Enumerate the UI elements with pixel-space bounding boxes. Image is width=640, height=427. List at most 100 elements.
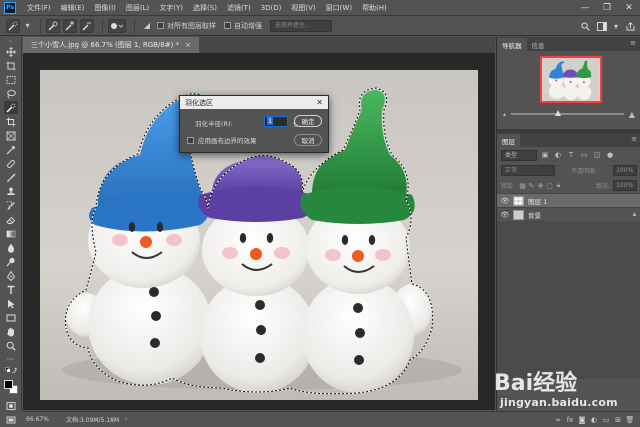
select-and-mask-button[interactable]: 选择并遮住... — [270, 19, 332, 32]
checkbox-box[interactable] — [187, 136, 194, 144]
new-layer-icon[interactable]: ⊞ — [612, 416, 624, 424]
panel-collapse-icon[interactable]: » — [4, 38, 18, 45]
lock-position-icon[interactable]: ✥ — [536, 182, 545, 190]
type-tool-icon[interactable] — [4, 283, 18, 296]
filter-toggle-icon[interactable]: ● — [605, 151, 615, 159]
zoom-out-icon[interactable]: ▴ — [503, 111, 506, 118]
navigator-thumbnail[interactable] — [540, 56, 602, 103]
screen-mode-icon[interactable] — [4, 413, 18, 426]
marquee-tool-icon[interactable] — [4, 73, 18, 86]
gradient-tool-icon[interactable] — [4, 227, 18, 240]
chevron-right-icon[interactable]: › — [125, 416, 127, 423]
healing-brush-tool-icon[interactable] — [4, 157, 18, 170]
link-layers-icon[interactable]: ∞ — [552, 416, 564, 424]
layer-style-icon[interactable]: fx — [564, 416, 576, 424]
tab-layers[interactable]: 图层 — [497, 134, 520, 147]
eyedropper-tool-icon[interactable] — [4, 143, 18, 156]
layer-name[interactable]: 图层 1 — [528, 196, 547, 206]
opacity-input[interactable]: 100% — [613, 165, 637, 176]
close-icon[interactable]: ✕ — [316, 96, 323, 109]
menu-3d[interactable]: 3D(D) — [256, 4, 287, 12]
eye-icon[interactable]: 👁︎ — [500, 197, 510, 205]
shape-filter-icon[interactable]: ▭ — [579, 151, 589, 159]
move-tool-icon[interactable] — [4, 45, 18, 58]
eye-icon[interactable]: 👁︎ — [500, 211, 510, 219]
brush-size-picker-icon[interactable] — [108, 18, 126, 33]
zoom-tool-icon[interactable] — [4, 339, 18, 352]
sample-all-layers-checkbox[interactable]: 对所有图层取样 — [157, 21, 216, 31]
blur-tool-icon[interactable] — [4, 241, 18, 254]
slider-handle[interactable] — [555, 110, 562, 116]
pixel-filter-icon[interactable]: ▣ — [540, 151, 550, 159]
workspace-icon[interactable] — [595, 19, 609, 33]
document-tab[interactable]: 三个小雪人.jpg @ 66.7% (图层 1, RGB/8#) * × — [23, 37, 199, 53]
smart-object-filter-icon[interactable]: ◫ — [592, 151, 602, 159]
more-tools-icon[interactable]: ··· — [4, 353, 18, 366]
lock-artboard-icon[interactable]: ▢ — [545, 182, 554, 190]
layer-row[interactable]: 👁︎ 背景 🔒︎ — [497, 207, 640, 221]
color-swatches[interactable] — [0, 378, 22, 398]
adjustment-filter-icon[interactable]: ◐ — [553, 151, 563, 159]
chevron-down-icon[interactable]: ▾ — [612, 19, 620, 33]
history-brush-tool-icon[interactable] — [4, 199, 18, 212]
blend-mode-select[interactable]: 正常 — [501, 165, 555, 176]
checkbox-box[interactable] — [224, 22, 231, 29]
menu-type[interactable]: 文字(Y) — [154, 3, 188, 13]
lasso-tool-icon[interactable] — [4, 87, 18, 100]
panel-menu-icon[interactable]: ≡ — [631, 135, 637, 143]
add-to-selection-brush-icon[interactable] — [63, 18, 77, 33]
fill-input[interactable]: 100% — [613, 180, 637, 191]
cancel-button[interactable]: 取消 — [294, 134, 322, 146]
clone-stamp-tool-icon[interactable] — [4, 185, 18, 198]
new-selection-brush-icon[interactable] — [46, 18, 60, 33]
tab-navigator[interactable]: 导航器 — [497, 38, 527, 51]
menu-help[interactable]: 帮助(H) — [357, 3, 392, 13]
layer-row[interactable]: 👁︎ 图层 1 — [497, 193, 640, 207]
layer-name[interactable]: 背景 — [528, 210, 541, 220]
swap-colors-icon[interactable] — [4, 367, 18, 374]
dialog-title-bar[interactable]: 羽化选区 ✕ — [180, 96, 328, 109]
subtract-selection-brush-icon[interactable] — [80, 18, 94, 33]
share-icon[interactable] — [623, 19, 637, 33]
panel-menu-icon[interactable]: ≡ — [630, 39, 636, 47]
zoom-level[interactable]: 66.67% — [26, 416, 66, 423]
eraser-tool-icon[interactable] — [4, 213, 18, 226]
menu-layer[interactable]: 图层(L) — [121, 3, 154, 13]
frame-tool-icon[interactable] — [4, 129, 18, 142]
minimize-button[interactable]: — — [574, 0, 596, 16]
hand-tool-icon[interactable] — [4, 325, 18, 338]
menu-file[interactable]: 文件(F) — [22, 3, 56, 13]
menu-window[interactable]: 窗口(W) — [321, 3, 357, 13]
quick-selection-tool-icon[interactable] — [3, 101, 18, 114]
adjustment-layer-icon[interactable]: ◐ — [588, 416, 600, 424]
feather-radius-input[interactable]: 1 — [264, 116, 288, 127]
chevron-down-icon[interactable]: ▾ — [23, 19, 32, 33]
quick-mask-icon[interactable] — [4, 399, 18, 412]
artboard-tool-icon[interactable] — [4, 59, 18, 72]
layer-kind-select[interactable]: 类型 — [501, 149, 537, 161]
zoom-in-icon[interactable]: ▲ — [629, 110, 635, 119]
menu-edit[interactable]: 编辑(E) — [56, 3, 90, 13]
dodge-tool-icon[interactable] — [4, 255, 18, 268]
checkbox-box[interactable] — [157, 22, 164, 29]
add-mask-icon[interactable]: ◙ — [576, 416, 588, 424]
menu-view[interactable]: 视图(V) — [286, 3, 320, 13]
rectangle-tool-icon[interactable] — [4, 311, 18, 324]
tab-info[interactable]: 信息 — [527, 38, 550, 51]
restore-button[interactable]: ❐ — [596, 0, 618, 16]
foreground-color-swatch[interactable] — [4, 380, 13, 389]
type-filter-icon[interactable]: T — [566, 151, 576, 159]
lock-pixels-icon[interactable]: ✎ — [527, 182, 536, 190]
lock-all-icon[interactable]: 🔒︎ — [554, 181, 563, 190]
ok-button[interactable]: 确定 — [294, 115, 322, 127]
auto-enhance-checkbox[interactable]: 自动增强 — [224, 21, 262, 31]
quick-selection-tool-icon[interactable] — [6, 18, 20, 33]
close-window-button[interactable]: ✕ — [618, 0, 640, 16]
close-icon[interactable]: × — [185, 41, 191, 49]
new-group-icon[interactable]: ▭ — [600, 416, 612, 424]
menu-filter[interactable]: 滤镜(T) — [222, 3, 256, 13]
pen-tool-icon[interactable] — [4, 269, 18, 282]
search-icon[interactable] — [578, 19, 592, 33]
brush-angle-icon[interactable]: ◢ — [140, 19, 154, 33]
menu-image[interactable]: 图像(I) — [89, 3, 121, 13]
